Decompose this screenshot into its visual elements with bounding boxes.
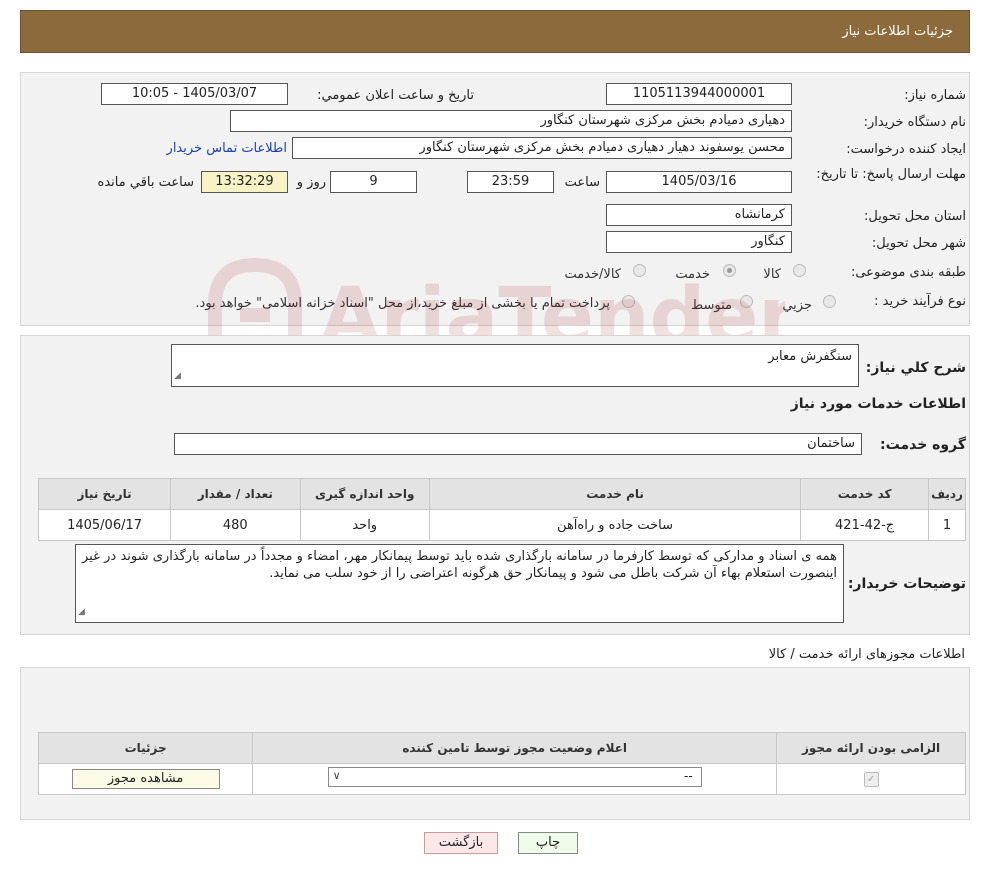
process-medium-label: متوسط — [691, 298, 732, 313]
resize-grip-icon[interactable]: ◢ — [78, 604, 85, 621]
buyer-contact-link[interactable]: اطلاعات تماس خریدار — [167, 141, 287, 156]
summary-text: سنگفرش معابر — [768, 349, 852, 364]
summary-label: شرح کلي نياز: — [865, 360, 966, 376]
services-table-header: رديف کد خدمت نام خدمت واحد اندازه گيری ت… — [37, 478, 966, 510]
category-goods-service-label: کالا/خدمت — [564, 267, 621, 282]
cell-row: 1 — [928, 509, 966, 541]
back-button[interactable]: بازگشت — [424, 832, 498, 854]
services-table: رديف کد خدمت نام خدمت واحد اندازه گيری ت… — [37, 478, 966, 541]
service-group-field: ساختمان — [174, 433, 862, 455]
city-label: شهر محل تحویل: — [871, 236, 966, 251]
resize-grip-icon[interactable]: ◢ — [174, 368, 181, 385]
col-status-header: اعلام وضعیت مجوز توسط تامین کننده — [252, 732, 778, 764]
col-details-header: جزئیات — [37, 732, 254, 764]
province-label: استان محل تحویل: — [864, 209, 966, 224]
col-name-header: نام خدمت — [428, 478, 802, 510]
table-row: 1 ج-42-421 ساخت جاده و راه‌آهن واحد 480 … — [37, 509, 966, 541]
col-code-header: کد خدمت — [800, 478, 930, 510]
need-number-field: 1105113944000001 — [606, 83, 792, 105]
print-button[interactable]: چاپ — [518, 832, 578, 854]
buyer-org-field: دهیاری دمیادم بخش مرکزی شهرستان کنگاور — [230, 110, 792, 132]
category-service-label: خدمت — [675, 267, 710, 282]
category-radio-goods[interactable] — [793, 264, 806, 277]
remaining-time-field: 13:32:29 — [201, 171, 288, 193]
service-group-label: گروه خدمت: — [880, 437, 966, 453]
permit-status-value: -- — [684, 769, 693, 783]
requester-label: ایجاد کننده درخواست: — [846, 142, 966, 157]
remaining-label: ساعت باقي مانده — [97, 175, 194, 190]
col-date-header: تاريخ نياز — [37, 478, 172, 510]
cell-date: 1405/06/17 — [37, 509, 172, 541]
buyer-notes-label: توضيحات خريدار: — [847, 576, 966, 592]
page-header: جزئیات اطلاعات نیاز — [20, 10, 970, 53]
col-qty-header: تعداد / مقدار — [170, 478, 301, 510]
cell-details: مشاهده مجوز — [37, 763, 254, 795]
buyer-notes-textarea: همه ی اسناد و مدارکی که توسط کارفرما در … — [75, 544, 844, 623]
need-number-label: شماره نیاز: — [904, 88, 966, 103]
announce-date-label: تاریخ و ساعت اعلان عمومي: — [317, 88, 474, 103]
permits-table: الزامی بودن ارائه مجوز اعلام وضعیت مجوز … — [37, 732, 966, 795]
category-radio-goods-service[interactable] — [633, 264, 646, 277]
province-field: کرمانشاه — [606, 204, 792, 226]
cell-code: ج-42-421 — [800, 509, 930, 541]
table-row: ✓ ∨ -- مشاهده مجوز — [37, 763, 966, 795]
cell-mandatory: ✓ — [776, 763, 966, 795]
col-mandatory-header: الزامی بودن ارائه مجوز — [776, 732, 966, 764]
process-radio-medium[interactable] — [740, 295, 753, 308]
announce-date-field: 1405/03/07 - 10:05 — [101, 83, 288, 105]
services-heading: اطلاعات خدمات مورد نياز — [790, 396, 966, 412]
days-field: 9 — [330, 171, 417, 193]
deadline-date-field: 1405/03/16 — [606, 171, 792, 193]
buyer-notes-text: همه ی اسناد و مدارکی که توسط کارفرما در … — [82, 549, 837, 581]
permits-heading: اطلاعات مجوزهای ارائه خدمت / کالا — [768, 647, 965, 662]
cell-unit: واحد — [299, 509, 430, 541]
process-radio-minor[interactable] — [823, 295, 836, 308]
cell-name: ساخت جاده و راه‌آهن — [428, 509, 802, 541]
page-title: جزئیات اطلاعات نیاز — [842, 24, 953, 39]
deadline-label: مهلت ارسال پاسخ: تا تاریخ: — [816, 167, 966, 182]
mandatory-checkbox[interactable]: ✓ — [863, 772, 879, 787]
days-label: روز و — [296, 175, 326, 190]
deadline-time-field: 23:59 — [467, 171, 554, 193]
requester-field: محسن یوسفوند دهیار دهیاری دمیادم بخش مرک… — [292, 137, 792, 159]
summary-textarea: سنگفرش معابر ◢ — [171, 344, 859, 387]
chevron-down-icon: ∨ — [332, 769, 341, 782]
col-unit-header: واحد اندازه گيری — [299, 478, 430, 510]
category-label: طبقه بندی موضوعی: — [850, 265, 966, 280]
cell-status: ∨ -- — [252, 763, 778, 795]
cell-qty: 480 — [170, 509, 301, 541]
buyer-org-label: نام دستگاه خريدار: — [863, 115, 966, 130]
category-radio-service[interactable] — [723, 264, 736, 277]
process-type-label: نوع فرآیند خرید : — [874, 294, 966, 309]
view-permit-button[interactable]: مشاهده مجوز — [71, 769, 220, 789]
process-minor-label: جزیي — [782, 298, 812, 313]
category-goods-label: کالا — [763, 267, 781, 282]
process-note: پرداخت تمام یا بخشی از مبلغ خرید،از محل … — [195, 296, 610, 311]
deadline-time-label: ساعت — [564, 175, 600, 190]
process-radio-treasury[interactable] — [622, 295, 635, 308]
permit-status-select[interactable]: ∨ -- — [327, 767, 702, 787]
permits-table-header: الزامی بودن ارائه مجوز اعلام وضعیت مجوز … — [37, 732, 966, 764]
col-row-header: رديف — [928, 478, 966, 510]
city-field: کنگاور — [606, 231, 792, 253]
